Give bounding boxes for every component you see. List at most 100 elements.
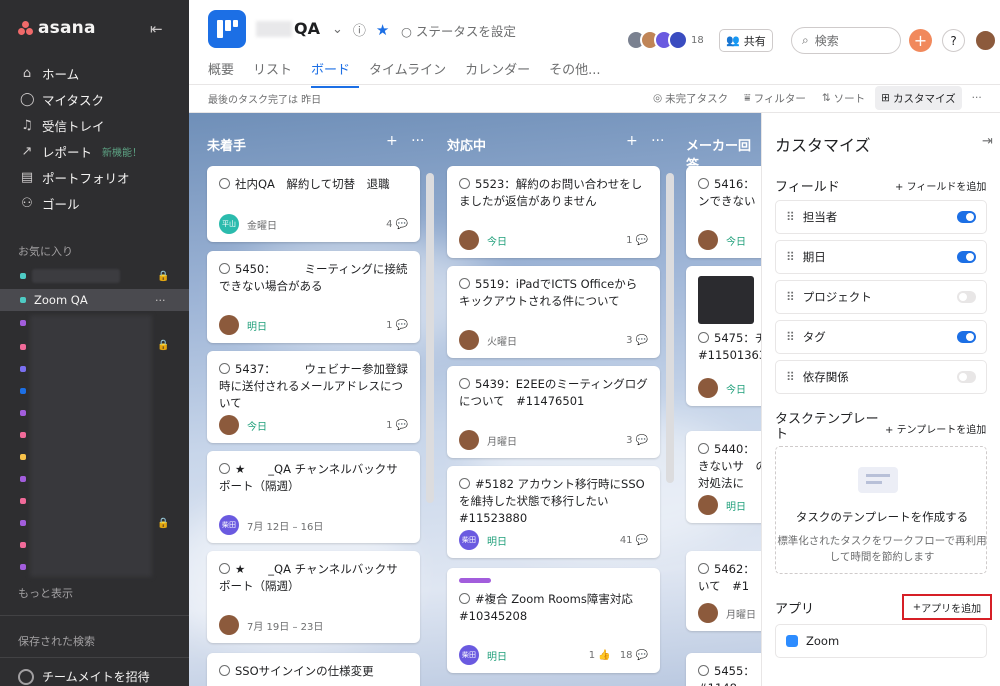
check-icon[interactable] <box>698 665 709 676</box>
task-card[interactable]: ★ _QA チャンネルバックサポート（隔週） 7月 19日 – 23日 <box>207 551 420 643</box>
sidebar-item-inbox[interactable]: ♫ 受信トレイ <box>0 112 189 138</box>
task-card[interactable]: 5416： インできない 今日 <box>686 166 761 258</box>
task-card[interactable]: 5450： ミーティングに接続できない場合がある 明日 1 💬 <box>207 251 420 343</box>
avatar[interactable]: 平山 <box>219 214 239 234</box>
check-icon[interactable] <box>698 332 709 343</box>
check-icon[interactable] <box>219 263 230 274</box>
filter-button[interactable]: ⩸ フィルター <box>738 86 812 110</box>
task-card[interactable]: #複合 Zoom Rooms障害対応 #10345208 柴田 明日 1 👍 18 💬 <box>447 568 660 673</box>
avatar[interactable] <box>698 230 718 250</box>
show-more-link[interactable]: もっと表示 <box>18 585 73 601</box>
user-avatar[interactable] <box>974 29 997 52</box>
more-options-icon[interactable]: ··· <box>966 86 988 110</box>
project-board-icon[interactable] <box>208 10 246 48</box>
drag-handle-icon[interactable]: ⠿ <box>786 330 795 344</box>
asana-logo[interactable]: asana <box>18 18 96 38</box>
task-card[interactable]: 5475：チ #11501363 今日 <box>686 266 761 406</box>
sidebar-item-my-tasks[interactable]: ◯ マイタスク <box>0 86 189 112</box>
field-row-tags[interactable]: ⠿ タグ <box>775 320 987 354</box>
favorite-item[interactable]: 🔒 <box>0 265 189 287</box>
more-icon[interactable]: ··· <box>651 133 664 149</box>
column-scrollbar[interactable] <box>426 173 434 503</box>
task-card[interactable]: SSOサインインの仕様変更 <box>207 653 420 686</box>
attachment-thumbnail[interactable] <box>698 276 754 324</box>
avatar[interactable] <box>698 603 718 623</box>
star-icon[interactable]: ★ <box>376 21 389 39</box>
task-card[interactable]: 5440： できないサ の対処法に 明日 <box>686 431 761 523</box>
drag-handle-icon[interactable]: ⠿ <box>786 290 795 304</box>
task-card[interactable]: 5462： ついて #1 月曜日 <box>686 551 761 631</box>
add-template-button[interactable]: + テンプレートを追加 <box>885 421 986 436</box>
close-panel-icon[interactable]: ⇥ <box>982 134 993 149</box>
drag-handle-icon[interactable]: ⠿ <box>786 250 795 264</box>
field-toggle[interactable] <box>957 251 976 263</box>
add-task-icon[interactable]: + <box>386 133 398 149</box>
task-card[interactable]: 5523：解約のお問い合わせをしましたが返信がありません 今日 1 💬 <box>447 166 660 258</box>
avatar[interactable] <box>219 315 239 335</box>
avatar[interactable]: 柴田 <box>459 645 479 665</box>
sort-button[interactable]: ⇅ ソート <box>816 86 871 110</box>
field-row-assignee[interactable]: ⠿ 担当者 <box>775 200 987 234</box>
column-header[interactable]: 対応中 <box>447 135 486 154</box>
chevron-down-icon[interactable]: ⌄ <box>332 22 343 37</box>
field-row-dependencies[interactable]: ⠿ 依存関係 <box>775 360 987 394</box>
field-toggle[interactable] <box>957 331 976 343</box>
sidebar-item-goals[interactable]: ⚇ ゴール <box>0 190 189 216</box>
sidebar-item-portfolios[interactable]: ▤ ポートフォリオ <box>0 164 189 190</box>
task-card[interactable]: 5437： ウェビナー参加登録時に送付されるメールアドレスについて 今日 1 💬 <box>207 351 420 443</box>
sidebar-item-home[interactable]: ⌂ ホーム <box>0 60 189 86</box>
avatar[interactable]: 柴田 <box>219 515 239 535</box>
avatar[interactable] <box>219 415 239 435</box>
check-icon[interactable] <box>219 178 230 189</box>
field-row-due-date[interactable]: ⠿ 期日 <box>775 240 987 274</box>
field-toggle[interactable] <box>957 211 976 223</box>
column-scrollbar[interactable] <box>666 173 674 483</box>
invite-teammates-button[interactable]: チームメイトを招待 <box>18 668 150 685</box>
column-header[interactable]: 未着手 <box>207 135 246 154</box>
check-icon[interactable] <box>698 563 709 574</box>
drag-handle-icon[interactable]: ⠿ <box>786 210 795 224</box>
task-card[interactable]: #5182 アカウント移行時にSSOを維持した状態で移行したい #1152388… <box>447 466 660 558</box>
avatar[interactable] <box>459 230 479 250</box>
avatar[interactable] <box>698 378 718 398</box>
template-empty-state[interactable]: タスクのテンプレートを作成する 標準化されたタスクをワークフローで再利用して時間… <box>775 446 987 574</box>
more-icon[interactable]: ··· <box>411 133 424 149</box>
task-card[interactable]: 社内QA 解約して切替 退職 平山 金曜日 4 💬 <box>207 166 420 242</box>
set-status-button[interactable]: ○ ステータスを設定 <box>401 21 516 40</box>
add-app-button[interactable]: + アプリを追加 <box>902 594 992 620</box>
customize-button[interactable]: ⊞ カスタマイズ <box>875 86 962 110</box>
create-button[interactable]: + <box>909 29 932 52</box>
check-icon[interactable] <box>219 665 230 676</box>
search-input[interactable]: ⌕ 検索 <box>791 27 901 54</box>
task-card[interactable]: 5519：iPadでICTS Officeからキックアウトされる件について 火曜… <box>447 266 660 358</box>
help-icon[interactable]: ? <box>942 29 965 52</box>
sidebar-item-reports[interactable]: ↗ レポート 新機能！ <box>0 138 189 164</box>
field-toggle[interactable] <box>957 291 976 303</box>
share-button[interactable]: 👥 共有 <box>719 29 773 52</box>
check-icon[interactable] <box>459 278 470 289</box>
check-icon[interactable] <box>698 178 709 189</box>
app-row-zoom[interactable]: Zoom <box>775 624 987 658</box>
collapse-sidebar-icon[interactable]: ⇤ <box>150 20 163 38</box>
field-toggle[interactable] <box>957 371 976 383</box>
add-field-button[interactable]: + フィールドを追加 <box>895 178 986 193</box>
check-icon[interactable] <box>219 463 230 474</box>
more-icon[interactable]: ··· <box>155 294 166 307</box>
check-icon[interactable] <box>459 478 470 489</box>
avatar[interactable] <box>698 495 718 515</box>
check-icon[interactable] <box>698 443 709 454</box>
check-icon[interactable] <box>219 363 230 374</box>
avatar[interactable] <box>219 615 239 635</box>
task-card[interactable]: 5455： #1148 <box>686 653 761 686</box>
info-icon[interactable]: ⓘ <box>353 20 366 39</box>
field-row-project[interactable]: ⠿ プロジェクト <box>775 280 987 314</box>
check-icon[interactable] <box>219 563 230 574</box>
favorite-item-active[interactable]: Zoom QA ··· <box>0 289 189 311</box>
drag-handle-icon[interactable]: ⠿ <box>786 370 795 384</box>
check-icon[interactable] <box>459 378 470 389</box>
task-card[interactable]: 5439：E2EEのミーティングログについて #11476501 月曜日 3 💬 <box>447 366 660 458</box>
task-card[interactable]: ★ _QA チャンネルバックサポート（隔週） 柴田 7月 12日 – 16日 <box>207 451 420 543</box>
add-task-icon[interactable]: + <box>626 133 638 149</box>
project-title[interactable]: QA <box>294 19 320 38</box>
incomplete-tasks-button[interactable]: ◎ 未完了タスク <box>647 86 734 110</box>
